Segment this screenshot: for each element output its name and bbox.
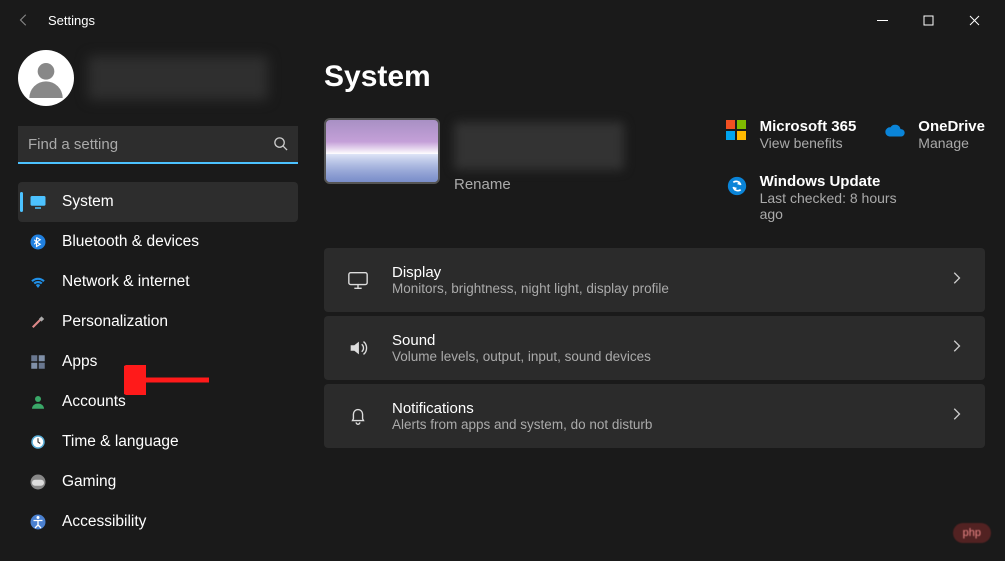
device-name-column: Rename [454, 118, 624, 193]
status-title: Windows Update [760, 173, 910, 190]
minimize-icon [877, 15, 888, 26]
card-title: Notifications [392, 400, 927, 417]
close-button[interactable] [951, 4, 997, 36]
close-icon [969, 15, 980, 26]
content-area: System Bluetooth & devices Network & int… [0, 40, 1005, 561]
main-panel: System Rename Microsoft 365 Vie [310, 40, 1005, 561]
card-sub: Monitors, brightness, night light, displ… [392, 281, 927, 296]
person-icon [26, 58, 66, 98]
status-grid: Microsoft 365 View benefits OneDrive Man… [726, 118, 985, 222]
sidebar-item-personalization[interactable]: Personalization [18, 302, 298, 342]
settings-list: Display Monitors, brightness, night ligh… [324, 248, 985, 448]
status-sub: Last checked: 8 hours ago [760, 190, 910, 222]
card-title: Sound [392, 332, 927, 349]
update-icon [726, 175, 748, 197]
user-account[interactable] [18, 50, 298, 106]
chevron-right-icon [949, 339, 963, 358]
search-icon [273, 136, 288, 156]
status-title: OneDrive [918, 118, 985, 135]
setting-sound[interactable]: Sound Volume levels, output, input, soun… [324, 316, 985, 380]
status-onedrive[interactable]: OneDrive Manage [884, 118, 985, 151]
rename-link[interactable]: Rename [454, 176, 624, 193]
accessibility-icon [28, 512, 48, 532]
status-sub: View benefits [760, 135, 857, 151]
display-icon [346, 268, 370, 292]
page-title: System [324, 60, 985, 94]
chevron-right-icon [949, 407, 963, 426]
bluetooth-icon [28, 232, 48, 252]
card-sub: Alerts from apps and system, do not dist… [392, 417, 927, 432]
status-microsoft365[interactable]: Microsoft 365 View benefits [726, 118, 857, 151]
user-name-redacted [88, 56, 268, 100]
maximize-icon [923, 15, 934, 26]
app-title: Settings [48, 13, 95, 28]
status-title: Microsoft 365 [760, 118, 857, 135]
clock-icon [28, 432, 48, 452]
search-box [18, 126, 298, 164]
minimize-button[interactable] [859, 4, 905, 36]
status-windows-update[interactable]: Windows Update Last checked: 8 hours ago [726, 173, 985, 222]
title-bar: Settings [0, 0, 1005, 40]
avatar [18, 50, 74, 106]
microsoft-icon [726, 120, 748, 142]
sidebar-item-label: Time & language [62, 433, 179, 451]
sidebar: System Bluetooth & devices Network & int… [0, 40, 310, 561]
gamepad-icon [28, 472, 48, 492]
sidebar-item-label: System [62, 193, 114, 211]
cloud-icon [884, 120, 906, 142]
watermark-badge: php [953, 523, 991, 543]
sidebar-item-bluetooth[interactable]: Bluetooth & devices [18, 222, 298, 262]
maximize-button[interactable] [905, 4, 951, 36]
sidebar-item-accessibility[interactable]: Accessibility [18, 502, 298, 542]
brush-icon [28, 312, 48, 332]
sidebar-item-time[interactable]: Time & language [18, 422, 298, 462]
desktop-preview-thumbnail[interactable] [324, 118, 440, 184]
person-icon [28, 392, 48, 412]
sidebar-item-label: Bluetooth & devices [62, 233, 199, 251]
arrow-left-icon [17, 13, 31, 27]
monitor-icon [28, 192, 48, 212]
sidebar-item-network[interactable]: Network & internet [18, 262, 298, 302]
sidebar-item-system[interactable]: System [18, 182, 298, 222]
sidebar-item-label: Personalization [62, 313, 168, 331]
setting-display[interactable]: Display Monitors, brightness, night ligh… [324, 248, 985, 312]
device-column: Rename [324, 118, 624, 222]
system-info-row: Rename Microsoft 365 View benefits OneDr… [324, 118, 985, 222]
sound-icon [346, 336, 370, 360]
nav-list: System Bluetooth & devices Network & int… [18, 182, 298, 542]
apps-icon [28, 352, 48, 372]
setting-notifications[interactable]: Notifications Alerts from apps and syste… [324, 384, 985, 448]
device-name-redacted [454, 122, 624, 170]
chevron-right-icon [949, 271, 963, 290]
sidebar-item-label: Apps [62, 353, 97, 371]
wifi-icon [28, 272, 48, 292]
sidebar-item-apps[interactable]: Apps [18, 342, 298, 382]
window-controls [859, 4, 997, 36]
card-sub: Volume levels, output, input, sound devi… [392, 349, 927, 364]
status-sub: Manage [918, 135, 985, 151]
search-input[interactable] [18, 126, 298, 164]
sidebar-item-label: Accounts [62, 393, 126, 411]
sidebar-item-gaming[interactable]: Gaming [18, 462, 298, 502]
sidebar-item-label: Network & internet [62, 273, 190, 291]
sidebar-item-label: Accessibility [62, 513, 146, 531]
bell-icon [346, 404, 370, 428]
sidebar-item-accounts[interactable]: Accounts [18, 382, 298, 422]
card-title: Display [392, 264, 927, 281]
back-button[interactable] [8, 4, 40, 36]
sidebar-item-label: Gaming [62, 473, 116, 491]
